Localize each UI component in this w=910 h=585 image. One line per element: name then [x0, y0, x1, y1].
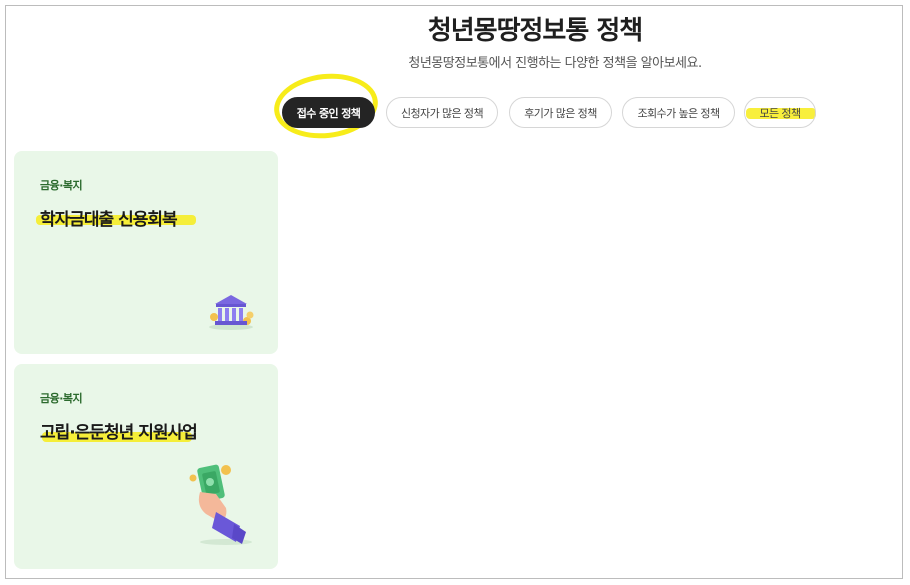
page-subtitle: 청년몽땅정보통에서 진행하는 다양한 정책을 알아보세요.: [408, 56, 702, 71]
filter-many-reviews[interactable]: 후기가 많은 정책: [509, 97, 612, 128]
card-category: 금융·복지: [40, 392, 83, 405]
page-title: 청년몽땅정보통 정책: [427, 16, 643, 46]
filter-high-views[interactable]: 조회수가 높은 정책: [622, 97, 735, 128]
policy-card[interactable]: 금융·복지 고립·은둔청년 지원사업: [14, 364, 278, 569]
card-title: 고립·은둔청년 지원사업: [40, 423, 198, 443]
bank-icon: [206, 291, 256, 335]
card-title: 학자금대출 신용회복: [40, 210, 178, 230]
filter-many-applicants[interactable]: 신청자가 많은 정책: [386, 97, 498, 128]
filter-all[interactable]: 모든 정책: [744, 97, 816, 128]
filter-receiving[interactable]: 접수 중인 정책: [282, 97, 375, 128]
card-category: 금융·복지: [40, 179, 83, 192]
policy-card[interactable]: 금융·복지 학자금대출 신용회복: [14, 151, 278, 354]
money-hand-icon: [186, 462, 258, 552]
